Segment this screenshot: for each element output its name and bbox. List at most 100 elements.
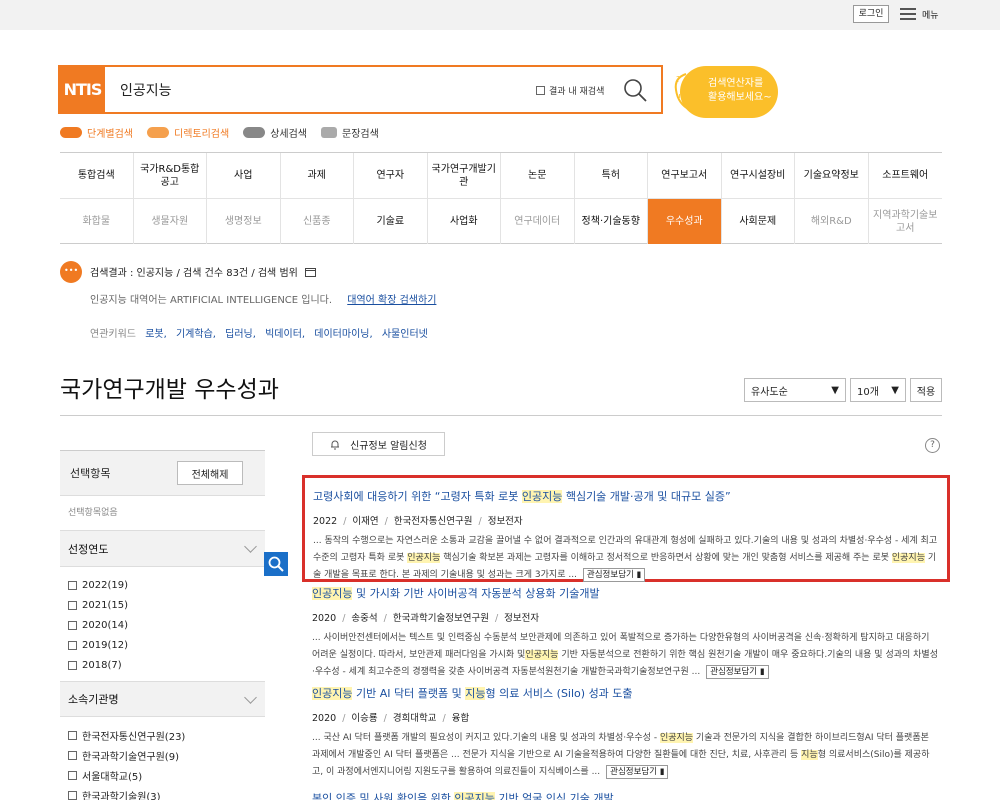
facet-option[interactable]: 한국과학기술연구원(9) [68,745,265,765]
keyword-link[interactable]: 기계학습, [176,329,216,340]
login-button[interactable]: 로그인 [853,5,889,23]
facet-checkbox[interactable] [68,750,77,760]
search-input[interactable]: 인공지능 [120,80,172,100]
result-title-link[interactable]: 본인 인증 및 사원 확인을 위한 인공지능 기반 얼굴 인식 기술 개발 [312,790,940,800]
result-item: 본인 인증 및 사원 확인을 위한 인공지능 기반 얼굴 인식 기술 개발 [302,790,950,800]
alert-subscribe-button[interactable]: 신규정보 알림신청 [312,432,445,456]
result-title-link[interactable]: 인공지능 기반 AI 닥터 플랫폼 및 지능형 의료 서비스 (Silo) 성과… [312,685,940,701]
nav-tab[interactable]: 특허 [575,153,648,198]
ntis-logo[interactable]: NTIS [60,67,105,112]
facet-checkbox[interactable] [68,640,77,650]
keyword-link[interactable]: 데이터마이닝, [314,329,372,340]
nav-tab[interactable]: 과제 [281,153,354,198]
result-meta: 2020이승룡경희대학교융합 [312,710,940,724]
facet-checkbox[interactable] [68,660,77,670]
facet-year-list: 2022(19) 2021(15) 2020(14) 2019(12) 2018… [60,567,265,681]
sort-select[interactable]: 유사도순 ▼ [744,378,846,402]
detail-search-link[interactable]: 상세검색 [243,125,307,140]
caret-down-icon: ▼ [891,384,899,396]
reset-all-button[interactable]: 전체해제 [177,461,243,485]
nav-tab[interactable]: 국가R&D통합공고 [134,153,207,198]
nav-tab-active[interactable]: 우수성과 [648,199,722,244]
facet-option[interactable]: 2020(14) [68,615,265,635]
top-utility-bar: 로그인 메뉴 [0,0,1000,30]
facet-org-list: 한국전자통신연구원(23) 한국과학기술연구원(9) 서울대학교(5) 한국과학… [60,717,265,800]
facet-option[interactable]: 2021(15) [68,595,265,615]
hamburger-icon [900,8,916,20]
add-to-interest-button[interactable]: 관심정보담기 ▮ [582,568,646,582]
chevron-down-icon [244,540,257,553]
sidebar-search-icon[interactable] [264,552,288,576]
result-item: 고령사회에 대응하기 위한 “고령자 특화 로봇 인공지능 핵심기술 개발·공개… [302,475,950,582]
menu-button[interactable]: 메뉴 [900,6,939,22]
facet-checkbox[interactable] [68,600,77,610]
sentence-search-icon [321,127,338,138]
research-within-results[interactable]: 결과 내 재검색 [536,84,604,97]
bell-icon [331,440,340,449]
step-search-link[interactable]: 단계별검색 [60,125,133,140]
menu-label: 메뉴 [922,10,939,21]
help-icon[interactable]: ? [925,438,940,453]
nav-tab[interactable]: 소프트웨어 [869,153,943,198]
nav-tab[interactable]: 국가연구개발기관 [428,153,501,198]
nav-tab[interactable]: 연구자 [354,153,428,198]
page-title: 국가연구개발 우수성과 [60,377,279,403]
chevron-down-icon [244,690,257,704]
facet-option[interactable]: 서울대학교(5) [68,765,265,785]
nav-tab[interactable]: 연구시설장비 [722,153,795,198]
add-to-interest-button[interactable]: 관심정보담기 ▮ [706,665,769,679]
bubble-line-1: 검색연산자를 [708,78,764,89]
count-select[interactable]: 10개 ▼ [850,378,906,402]
nav-tab[interactable]: 지역과학기술보고서 [869,199,943,244]
nav-tab[interactable]: 생물자원 [134,199,207,244]
nav-tab[interactable]: 정책·기술동향 [575,199,648,244]
result-title-link[interactable]: 인공지능 및 가시화 기반 사이버공격 자동분석 상용화 기술개발 [312,585,940,601]
result-title-link[interactable]: 고령사회에 대응하기 위한 “고령자 특화 로봇 인공지능 핵심기술 개발·공개… [313,488,939,504]
title-divider [60,415,942,416]
nav-tab[interactable]: 논문 [501,153,575,198]
nav-tab[interactable]: 기술료 [354,199,428,244]
nav-tab[interactable]: 사회문제 [722,199,795,244]
nav-tab[interactable]: 신품종 [281,199,354,244]
keyword-link[interactable]: 로봇, [145,329,167,340]
research-checkbox[interactable] [536,86,545,95]
detail-search-icon [243,127,266,138]
facet-checkbox[interactable] [68,790,77,800]
category-nav: 통합검색 국가R&D통합공고 사업 과제 연구자 국가연구개발기관 논문 특허 … [60,152,942,244]
facet-option[interactable]: 한국과학기술원(3) [68,785,265,800]
nav-tab[interactable]: 사업 [207,153,281,198]
speech-bubble-icon [60,261,82,283]
nav-tab[interactable]: 통합검색 [60,153,134,198]
operator-tip-bubble[interactable]: 검색연산자를 활용해보세요~ [680,66,778,118]
nav-tab[interactable]: 화합물 [60,199,134,244]
facet-option[interactable]: 2019(12) [68,635,265,655]
nav-tab[interactable]: 기술요약정보 [795,153,869,198]
facet-year-header[interactable]: 선정연도 [60,531,265,567]
synonym-expand-link[interactable]: 대역어 확장 검색하기 [347,295,436,306]
facet-option[interactable]: 2022(19) [68,575,265,595]
facet-checkbox[interactable] [68,620,77,630]
result-abstract: ... 동작의 수행으로는 자연스러운 소통과 교감을 끌어낼 수 없어 결과적… [313,536,938,582]
nav-tab[interactable]: 생명정보 [207,199,281,244]
facet-checkbox[interactable] [68,580,77,590]
calendar-icon[interactable] [305,267,317,277]
keyword-link[interactable]: 빅데이터, [265,329,305,340]
result-abstract: ... 사이버안전센터에서는 텍스트 및 인력중심 수동분석 보안관제에 의존하… [312,633,938,679]
keyword-link[interactable]: 딥러닝, [225,329,256,340]
add-to-interest-button[interactable]: 관심정보담기 ▮ [606,765,669,779]
nav-tab[interactable]: 해외R&D [795,199,869,244]
nav-tab[interactable]: 사업화 [428,199,501,244]
keyword-link[interactable]: 사물인터넷 [382,329,428,340]
apply-button[interactable]: 적용 [910,378,942,402]
facet-org-header[interactable]: 소속기관명 [60,681,265,717]
nav-tab[interactable]: 연구데이터 [501,199,575,244]
nav-tab[interactable]: 연구보고서 [648,153,722,198]
sentence-search-link[interactable]: 문장검색 [321,125,379,140]
facet-checkbox[interactable] [68,730,77,740]
directory-search-link[interactable]: 디렉토리검색 [147,125,229,140]
result-item: 인공지능 및 가시화 기반 사이버공격 자동분석 상용화 기술개발 2020송중… [302,585,950,681]
facet-option[interactable]: 2018(7) [68,655,265,675]
facet-option[interactable]: 한국전자통신연구원(23) [68,725,265,745]
search-icon[interactable] [622,77,648,103]
facet-checkbox[interactable] [68,770,77,780]
